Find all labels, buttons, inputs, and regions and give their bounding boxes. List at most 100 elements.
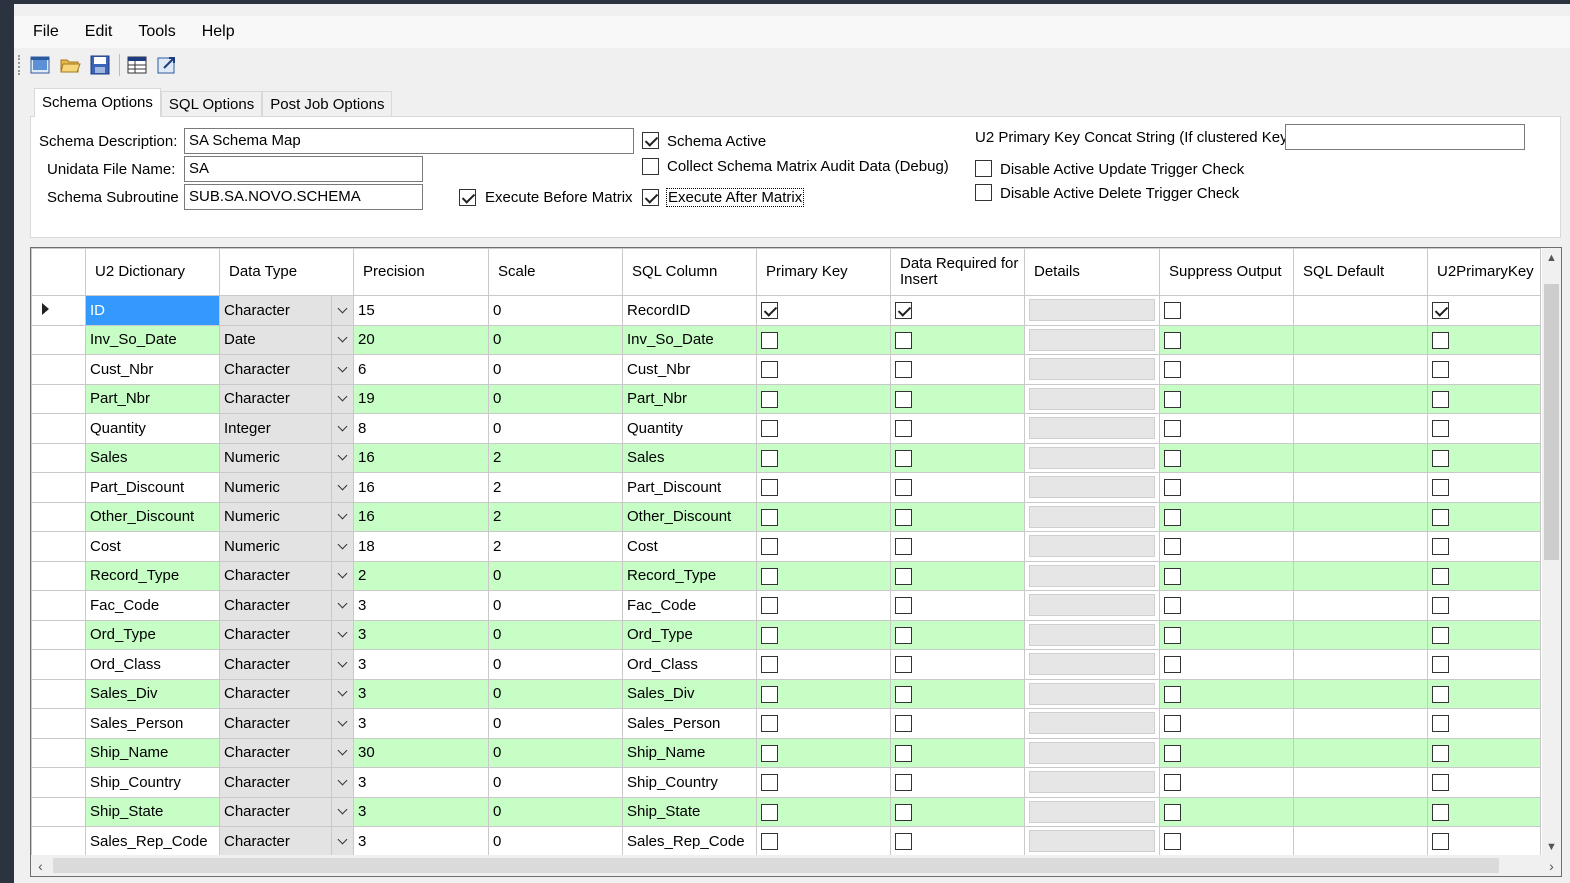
precision-cell[interactable]: 3 <box>353 649 489 680</box>
primary-key-checkbox[interactable] <box>761 302 778 320</box>
chevron-down-icon[interactable] <box>331 738 353 767</box>
col-header-precision[interactable]: Precision <box>353 248 489 296</box>
details-button[interactable] <box>1029 446 1155 469</box>
details-cell[interactable] <box>1024 590 1160 621</box>
details-button[interactable] <box>1029 594 1155 617</box>
suppress-output-checkbox[interactable] <box>1164 597 1181 615</box>
col-header-details[interactable]: Details <box>1024 248 1160 296</box>
details-button[interactable] <box>1029 299 1155 322</box>
row-header[interactable] <box>31 649 86 680</box>
details-cell[interactable] <box>1024 324 1160 355</box>
u2-primary-key-checkbox[interactable] <box>1432 361 1449 379</box>
primary-key-checkbox[interactable] <box>761 774 778 792</box>
data-required-checkbox[interactable] <box>895 302 912 320</box>
disable-update-trigger-checkbox[interactable] <box>975 160 992 177</box>
scale-cell[interactable]: 0 <box>488 383 623 414</box>
details-button[interactable] <box>1029 417 1155 440</box>
chevron-down-icon[interactable] <box>331 797 353 826</box>
toolbar-grip[interactable] <box>18 55 21 75</box>
data-type-dropdown[interactable]: Numeric <box>219 442 354 473</box>
row-header[interactable] <box>31 324 86 355</box>
details-cell[interactable] <box>1024 796 1160 827</box>
row-header[interactable] <box>31 472 86 503</box>
u2-dictionary-cell[interactable]: Cost <box>85 531 220 562</box>
table-row[interactable]: Cust_Nbr Character 6 0 Cust_Nbr <box>31 354 1541 385</box>
tab-schema-options[interactable]: Schema Options <box>34 88 161 117</box>
precision-cell[interactable]: 16 <box>353 442 489 473</box>
sql-default-cell[interactable] <box>1293 796 1428 827</box>
sql-column-cell[interactable]: Cost <box>622 531 757 562</box>
chevron-down-icon[interactable] <box>331 473 353 502</box>
data-type-dropdown[interactable]: Character <box>219 295 354 326</box>
chevron-down-icon[interactable] <box>331 502 353 531</box>
sql-column-cell[interactable]: Other_Discount <box>622 501 757 532</box>
data-type-dropdown[interactable]: Character <box>219 767 354 798</box>
sql-column-cell[interactable]: Sales <box>622 442 757 473</box>
col-header-sql-default[interactable]: SQL Default <box>1293 248 1428 296</box>
row-header[interactable] <box>31 767 86 798</box>
scale-cell[interactable]: 0 <box>488 324 623 355</box>
table-row[interactable]: Inv_So_Date Date 20 0 Inv_So_Date <box>31 324 1541 355</box>
u2-dictionary-cell[interactable]: Ship_Country <box>85 767 220 798</box>
col-header-data-type[interactable]: Data Type <box>219 248 354 296</box>
primary-key-checkbox[interactable] <box>761 833 778 851</box>
schema-description-input[interactable]: SA Schema Map <box>184 128 634 154</box>
u2-primary-key-checkbox[interactable] <box>1432 508 1449 526</box>
u2-dictionary-cell[interactable]: Sales_Rep_Code <box>85 826 220 857</box>
data-required-checkbox[interactable] <box>895 685 912 703</box>
col-header-data-required[interactable]: Data Required for Insert <box>890 248 1025 296</box>
data-type-dropdown[interactable]: Character <box>219 619 354 650</box>
chevron-down-icon[interactable] <box>331 650 353 679</box>
suppress-output-checkbox[interactable] <box>1164 833 1181 851</box>
details-cell[interactable] <box>1024 442 1160 473</box>
sql-default-cell[interactable] <box>1293 295 1428 326</box>
primary-key-checkbox[interactable] <box>761 803 778 821</box>
data-type-dropdown[interactable]: Character <box>219 678 354 709</box>
suppress-output-checkbox[interactable] <box>1164 420 1181 438</box>
suppress-output-checkbox[interactable] <box>1164 744 1181 762</box>
primary-key-checkbox[interactable] <box>761 361 778 379</box>
suppress-output-checkbox[interactable] <box>1164 685 1181 703</box>
precision-cell[interactable]: 30 <box>353 737 489 768</box>
sql-column-cell[interactable]: Cust_Nbr <box>622 354 757 385</box>
u2-primary-key-checkbox[interactable] <box>1432 626 1449 644</box>
data-required-checkbox[interactable] <box>895 715 912 733</box>
u2-dictionary-cell[interactable]: Sales <box>85 442 220 473</box>
sql-column-cell[interactable]: Sales_Person <box>622 708 757 739</box>
details-button[interactable] <box>1029 328 1155 351</box>
suppress-output-checkbox[interactable] <box>1164 567 1181 585</box>
details-button[interactable] <box>1029 741 1155 764</box>
col-header-sql-column[interactable]: SQL Column <box>622 248 757 296</box>
primary-key-checkbox[interactable] <box>761 508 778 526</box>
scale-cell[interactable]: 0 <box>488 737 623 768</box>
sql-default-cell[interactable] <box>1293 383 1428 414</box>
sql-default-cell[interactable] <box>1293 472 1428 503</box>
table-row[interactable]: Part_Discount Numeric 16 2 Part_Discount <box>31 472 1541 503</box>
u2-primary-key-checkbox[interactable] <box>1432 597 1449 615</box>
scale-cell[interactable]: 0 <box>488 560 623 591</box>
scroll-down-icon[interactable]: ▼ <box>1542 837 1561 856</box>
data-type-dropdown[interactable]: Character <box>219 649 354 680</box>
details-button[interactable] <box>1029 623 1155 646</box>
suppress-output-checkbox[interactable] <box>1164 449 1181 467</box>
collect-audit-checkbox[interactable] <box>642 158 659 175</box>
sql-default-cell[interactable] <box>1293 531 1428 562</box>
disable-delete-trigger-checkbox[interactable] <box>975 184 992 201</box>
precision-cell[interactable]: 3 <box>353 708 489 739</box>
u2-dictionary-cell[interactable]: Ord_Type <box>85 619 220 650</box>
suppress-output-checkbox[interactable] <box>1164 302 1181 320</box>
sql-column-cell[interactable]: Inv_So_Date <box>622 324 757 355</box>
suppress-output-checkbox[interactable] <box>1164 715 1181 733</box>
details-cell[interactable] <box>1024 531 1160 562</box>
sql-default-cell[interactable] <box>1293 413 1428 444</box>
primary-key-checkbox[interactable] <box>761 449 778 467</box>
col-header-suppress-output[interactable]: Suppress Output <box>1159 248 1294 296</box>
details-cell[interactable] <box>1024 737 1160 768</box>
u2-dictionary-cell[interactable]: Part_Discount <box>85 472 220 503</box>
details-button[interactable] <box>1029 505 1155 528</box>
u2-concat-input[interactable] <box>1285 124 1525 150</box>
scale-cell[interactable]: 2 <box>488 501 623 532</box>
suppress-output-checkbox[interactable] <box>1164 626 1181 644</box>
sql-column-cell[interactable]: Part_Discount <box>622 472 757 503</box>
u2-dictionary-cell[interactable]: Part_Nbr <box>85 383 220 414</box>
